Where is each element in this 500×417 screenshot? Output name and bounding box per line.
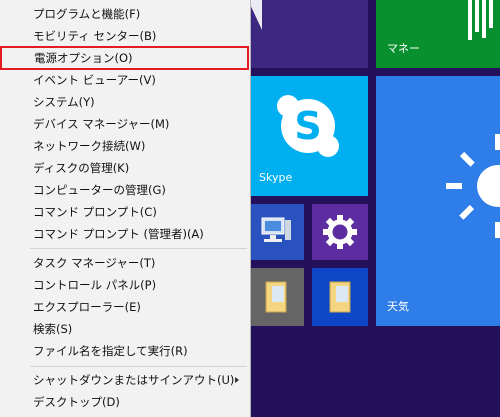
tile-weather-label: 天気 (387, 300, 409, 313)
folder-icon (265, 281, 287, 313)
menu-item-command-prompt-admin[interactable]: コマンド プロンプト (管理者)(A) (0, 223, 249, 245)
menu-separator (30, 248, 247, 249)
menu-item-control-panel[interactable]: コントロール パネル(P) (0, 274, 249, 296)
svg-text:S: S (294, 104, 321, 148)
menu-item-search[interactable]: 検索(S) (0, 318, 249, 340)
menu-item-explorer[interactable]: エクスプローラー(E) (0, 296, 249, 318)
menu-item-disk-management[interactable]: ディスクの管理(K) (0, 157, 249, 179)
menu-item-mobility-center[interactable]: モビリティ センター(B) (0, 25, 249, 47)
tile-pictures[interactable] (312, 268, 368, 326)
submenu-arrow-icon (235, 377, 239, 383)
tile-app-top[interactable] (248, 0, 368, 68)
tile-weather[interactable]: 天気 (376, 76, 500, 326)
tile-skype[interactable]: S Skype (248, 76, 368, 196)
tile-this-pc[interactable] (248, 204, 304, 260)
gear-icon (323, 215, 357, 249)
tile-money-label: マネー (387, 42, 420, 55)
menu-item-programs-and-features[interactable]: プログラムと機能(F) (0, 3, 249, 25)
menu-item-task-manager[interactable]: タスク マネージャー(T) (0, 252, 249, 274)
tile-skype-label: Skype (259, 171, 293, 184)
winx-context-menu: プログラムと機能(F) モビリティ センター(B) 電源オプション(O) イベン… (0, 0, 251, 417)
computer-icon (261, 217, 291, 242)
menu-item-desktop[interactable]: デスクトップ(D) (0, 391, 249, 413)
menu-item-event-viewer[interactable]: イベント ビューアー(V) (0, 69, 249, 91)
menu-item-shutdown-signout[interactable]: シャットダウンまたはサインアウト(U) (0, 369, 249, 391)
folder-icon (329, 281, 351, 313)
menu-item-command-prompt[interactable]: コマンド プロンプト(C) (0, 201, 249, 223)
sun-icon (446, 134, 500, 238)
menu-item-run[interactable]: ファイル名を指定して実行(R) (0, 340, 249, 362)
menu-item-system[interactable]: システム(Y) (0, 91, 249, 113)
menu-item-power-options[interactable]: 電源オプション(O) (0, 46, 249, 70)
tile-settings[interactable] (312, 204, 368, 260)
tile-documents[interactable] (248, 268, 304, 326)
tile-glyph-icon (248, 0, 262, 30)
chart-bars-icon (468, 0, 493, 40)
tile-money[interactable]: マネー (376, 0, 500, 68)
menu-item-network-connections[interactable]: ネットワーク接続(W) (0, 135, 249, 157)
menu-item-device-manager[interactable]: デバイス マネージャー(M) (0, 113, 249, 135)
menu-separator (30, 366, 247, 367)
menu-item-computer-management[interactable]: コンピューターの管理(G) (0, 179, 249, 201)
menu-item-shutdown-label: シャットダウンまたはサインアウト(U) (33, 373, 235, 387)
